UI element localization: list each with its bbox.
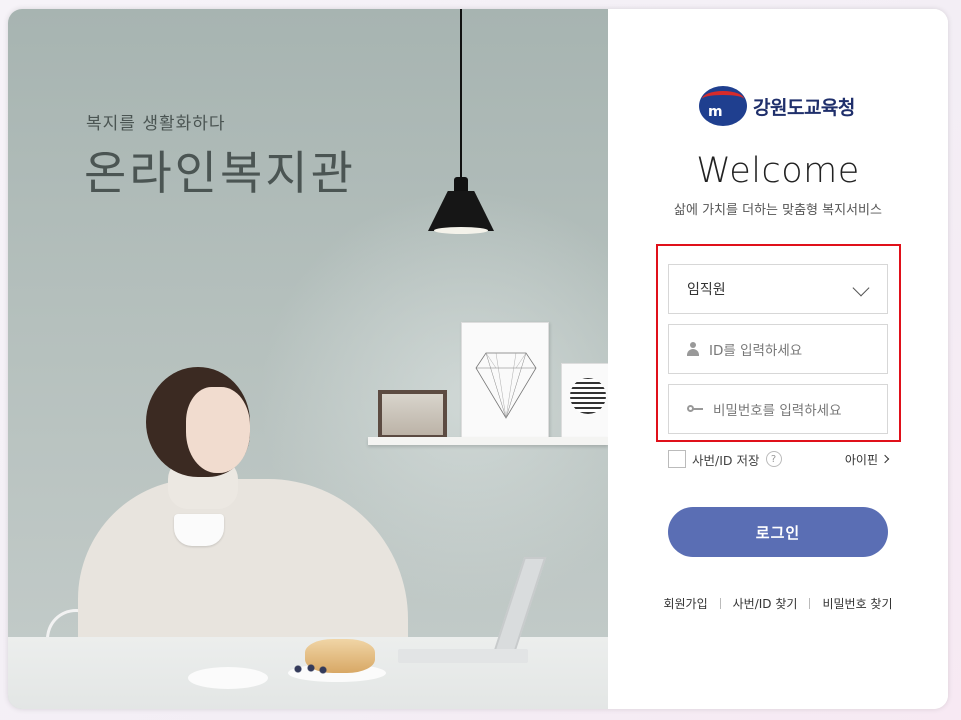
lamp-cord	[460, 9, 462, 187]
find-password-link[interactable]: 비밀번호 찾기	[822, 595, 892, 612]
divider	[719, 598, 721, 609]
family-photo-frame	[378, 390, 447, 439]
login-card: 복지를 생활화하다 온라인복지관 m 강원도교육청 Welcome 삶에 가치를…	[8, 9, 948, 709]
ipin-link[interactable]: 아이핀	[844, 451, 890, 468]
save-id-row: 사번/ID 저장 ? 아이핀	[668, 449, 890, 469]
coffee-cup	[174, 514, 224, 546]
password-placeholder: 비밀번호를 입력하세요	[713, 403, 842, 419]
logo-name: 강원도교육청	[753, 96, 855, 119]
login-button[interactable]: 로그인	[668, 507, 888, 557]
emblem-icon: m	[699, 86, 747, 126]
lamp-glow	[434, 227, 488, 234]
lamp-cap	[454, 177, 468, 193]
diamond-drawing	[475, 352, 537, 419]
save-id-checkbox[interactable]	[668, 450, 686, 468]
ipin-label: 아이핀	[844, 452, 878, 467]
chevron-right-icon	[880, 454, 890, 464]
find-id-link[interactable]: 사번/ID 찾기	[733, 595, 798, 612]
blueberries	[293, 664, 333, 674]
geometric-art-frame	[461, 322, 549, 439]
footer-links: 회원가입 사번/ID 찾기 비밀번호 찾기	[608, 595, 948, 612]
user-icon	[687, 342, 699, 356]
emblem-mark: m	[708, 104, 723, 120]
id-input[interactable]: ID를 입력하세요	[668, 324, 888, 374]
woman-face	[186, 387, 250, 473]
help-icon[interactable]: ?	[765, 451, 782, 467]
laptop-base	[398, 649, 528, 663]
id-placeholder: ID를 입력하세요	[709, 343, 803, 359]
hero-headline: 온라인복지관	[84, 146, 356, 200]
user-type-value: 임직원	[687, 282, 726, 298]
save-id-label[interactable]: 사번/ID 저장	[692, 450, 760, 469]
login-panel: m 강원도교육청 Welcome 삶에 가치를 더하는 맞춤형 복지서비스 임직…	[608, 9, 948, 709]
hero-tagline: 복지를 생활화하다	[86, 114, 226, 134]
wall-shelf	[368, 437, 608, 445]
divider	[809, 598, 811, 609]
key-icon	[687, 405, 703, 413]
welcome-title: Welcome	[696, 151, 860, 191]
welcome-subtitle: 삶에 가치를 더하는 맞춤형 복지서비스	[674, 203, 882, 218]
logo: m 강원도교육청	[699, 86, 855, 126]
wave-art-frame	[561, 363, 608, 439]
family-photo	[382, 394, 443, 435]
plate	[188, 667, 268, 689]
chevron-down-icon	[852, 279, 870, 297]
password-input[interactable]: 비밀번호를 입력하세요	[668, 384, 888, 434]
user-type-select[interactable]: 임직원	[668, 264, 888, 314]
hero-visual: 복지를 생활화하다 온라인복지관	[8, 9, 608, 709]
signup-link[interactable]: 회원가입	[663, 595, 707, 612]
wave-circle	[570, 378, 606, 414]
